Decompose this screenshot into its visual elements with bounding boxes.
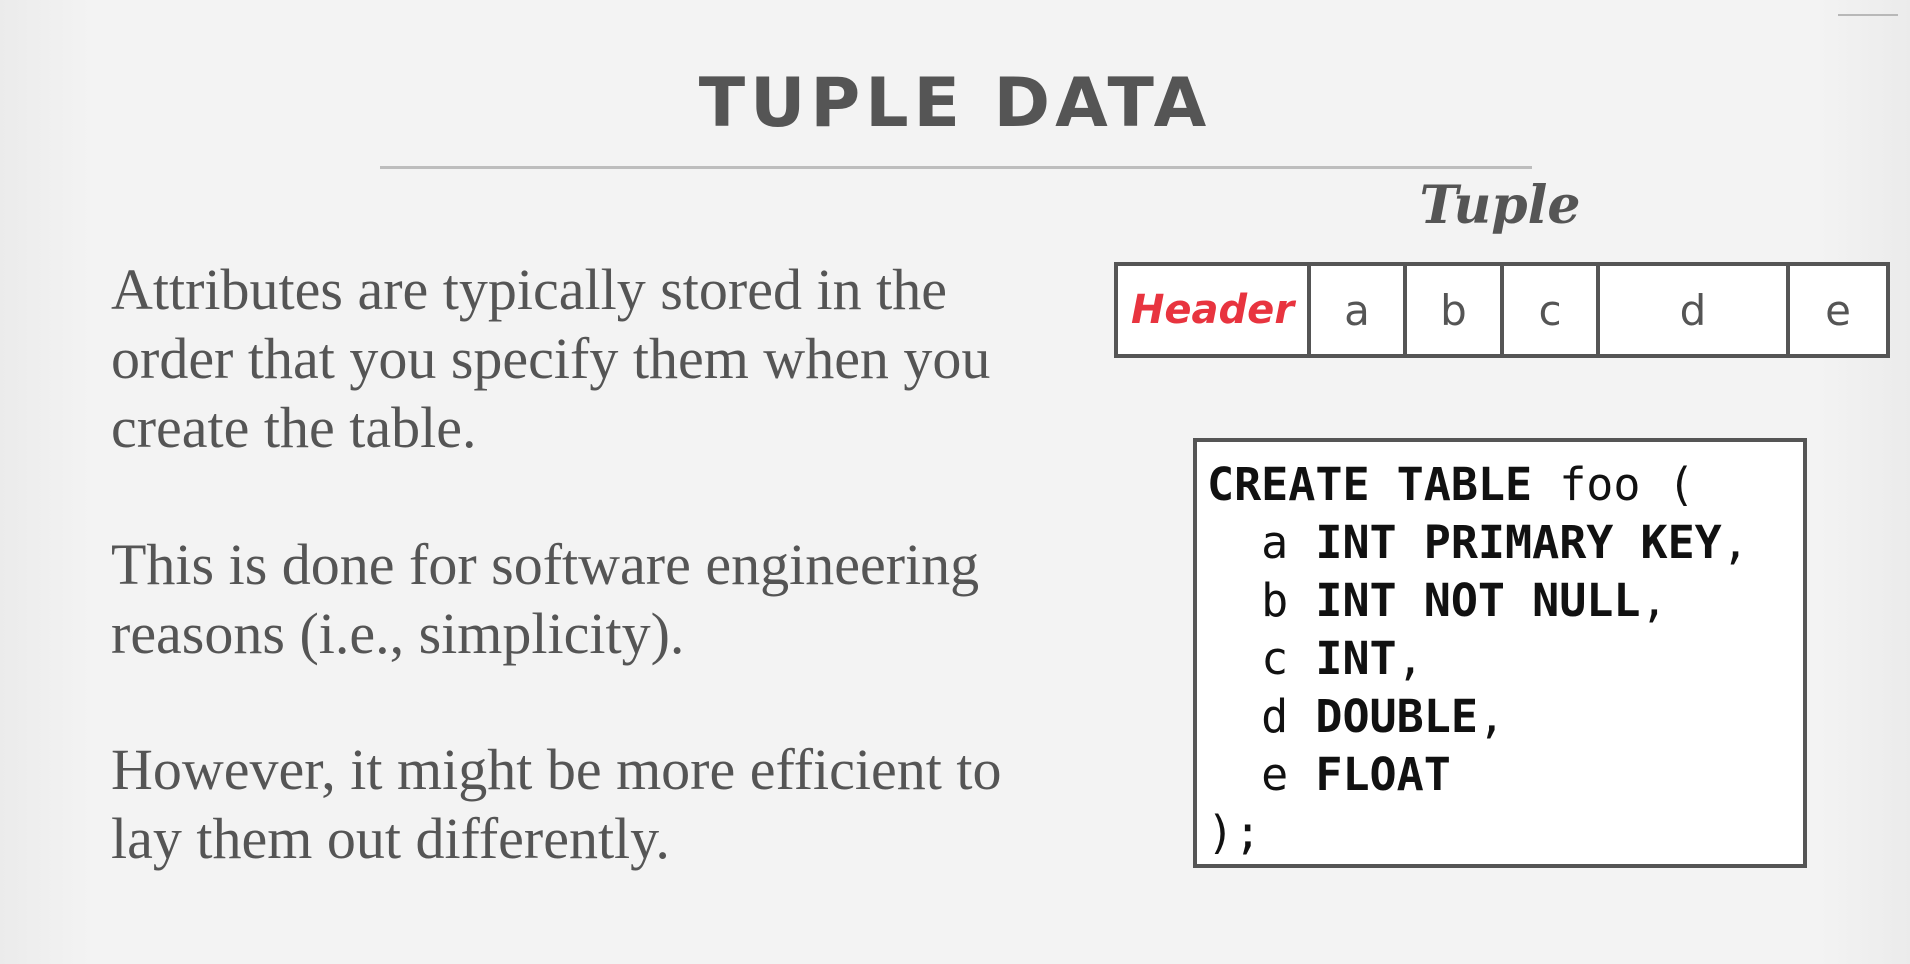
tuple-diagram: Header a b c d e <box>1114 262 1890 358</box>
tuple-cell-b: b <box>1407 266 1504 354</box>
code-column-name: b <box>1207 574 1316 627</box>
code-column-name: c <box>1207 632 1316 685</box>
paragraph-software-engineering: This is done for software engineering re… <box>111 532 980 666</box>
code-text: , <box>1640 574 1668 627</box>
code-text: , <box>1477 690 1506 743</box>
page-number-marker <box>1838 0 1898 16</box>
code-line-d: d DOUBLE, <box>1207 688 1803 746</box>
code-line-create: CREATE TABLE foo ( <box>1207 456 1803 514</box>
tuple-cell-header: Header <box>1118 266 1311 354</box>
slide-title: TUPLE DATA <box>698 64 1212 143</box>
tuple-cell-d: d <box>1600 266 1790 354</box>
code-text: ); <box>1207 806 1262 859</box>
code-text: foo ( <box>1532 458 1695 511</box>
tuple-cell-e: e <box>1825 285 1851 335</box>
code-keyword: INT NOT NULL <box>1315 574 1641 627</box>
code-column-name: e <box>1207 748 1316 801</box>
code-line-close: ); <box>1207 804 1803 862</box>
code-keyword: DOUBLE <box>1315 690 1478 743</box>
code-line-c: c INT, <box>1207 630 1803 688</box>
tuple-label: Tuple <box>1419 175 1581 236</box>
code-line-b: b INT NOT NULL, <box>1207 572 1803 630</box>
code-keyword: INT PRIMARY KEY <box>1315 516 1722 569</box>
code-line-a: a INT PRIMARY KEY, <box>1207 514 1803 572</box>
code-column-name: a <box>1207 516 1316 569</box>
paragraph-efficiency: However, it might be more efficient to l… <box>111 737 1002 871</box>
code-keyword: INT <box>1315 632 1397 685</box>
paragraph-attributes-order: Attributes are typically stored in the o… <box>111 257 991 460</box>
sql-code-block: CREATE TABLE foo ( a INT PRIMARY KEY, b … <box>1193 438 1807 868</box>
code-text: , <box>1396 632 1424 685</box>
slide: TUPLE DATA Attributes are typically stor… <box>0 0 1910 964</box>
code-column-name: d <box>1207 690 1316 743</box>
code-text: , <box>1721 516 1749 569</box>
code-keyword: FLOAT <box>1315 748 1451 801</box>
code-line-e: e FLOAT <box>1207 746 1803 804</box>
tuple-cell-a: a <box>1311 266 1407 354</box>
tuple-cell-c: c <box>1504 266 1600 354</box>
title-underline <box>380 166 1532 169</box>
code-keyword: CREATE TABLE <box>1207 458 1533 511</box>
